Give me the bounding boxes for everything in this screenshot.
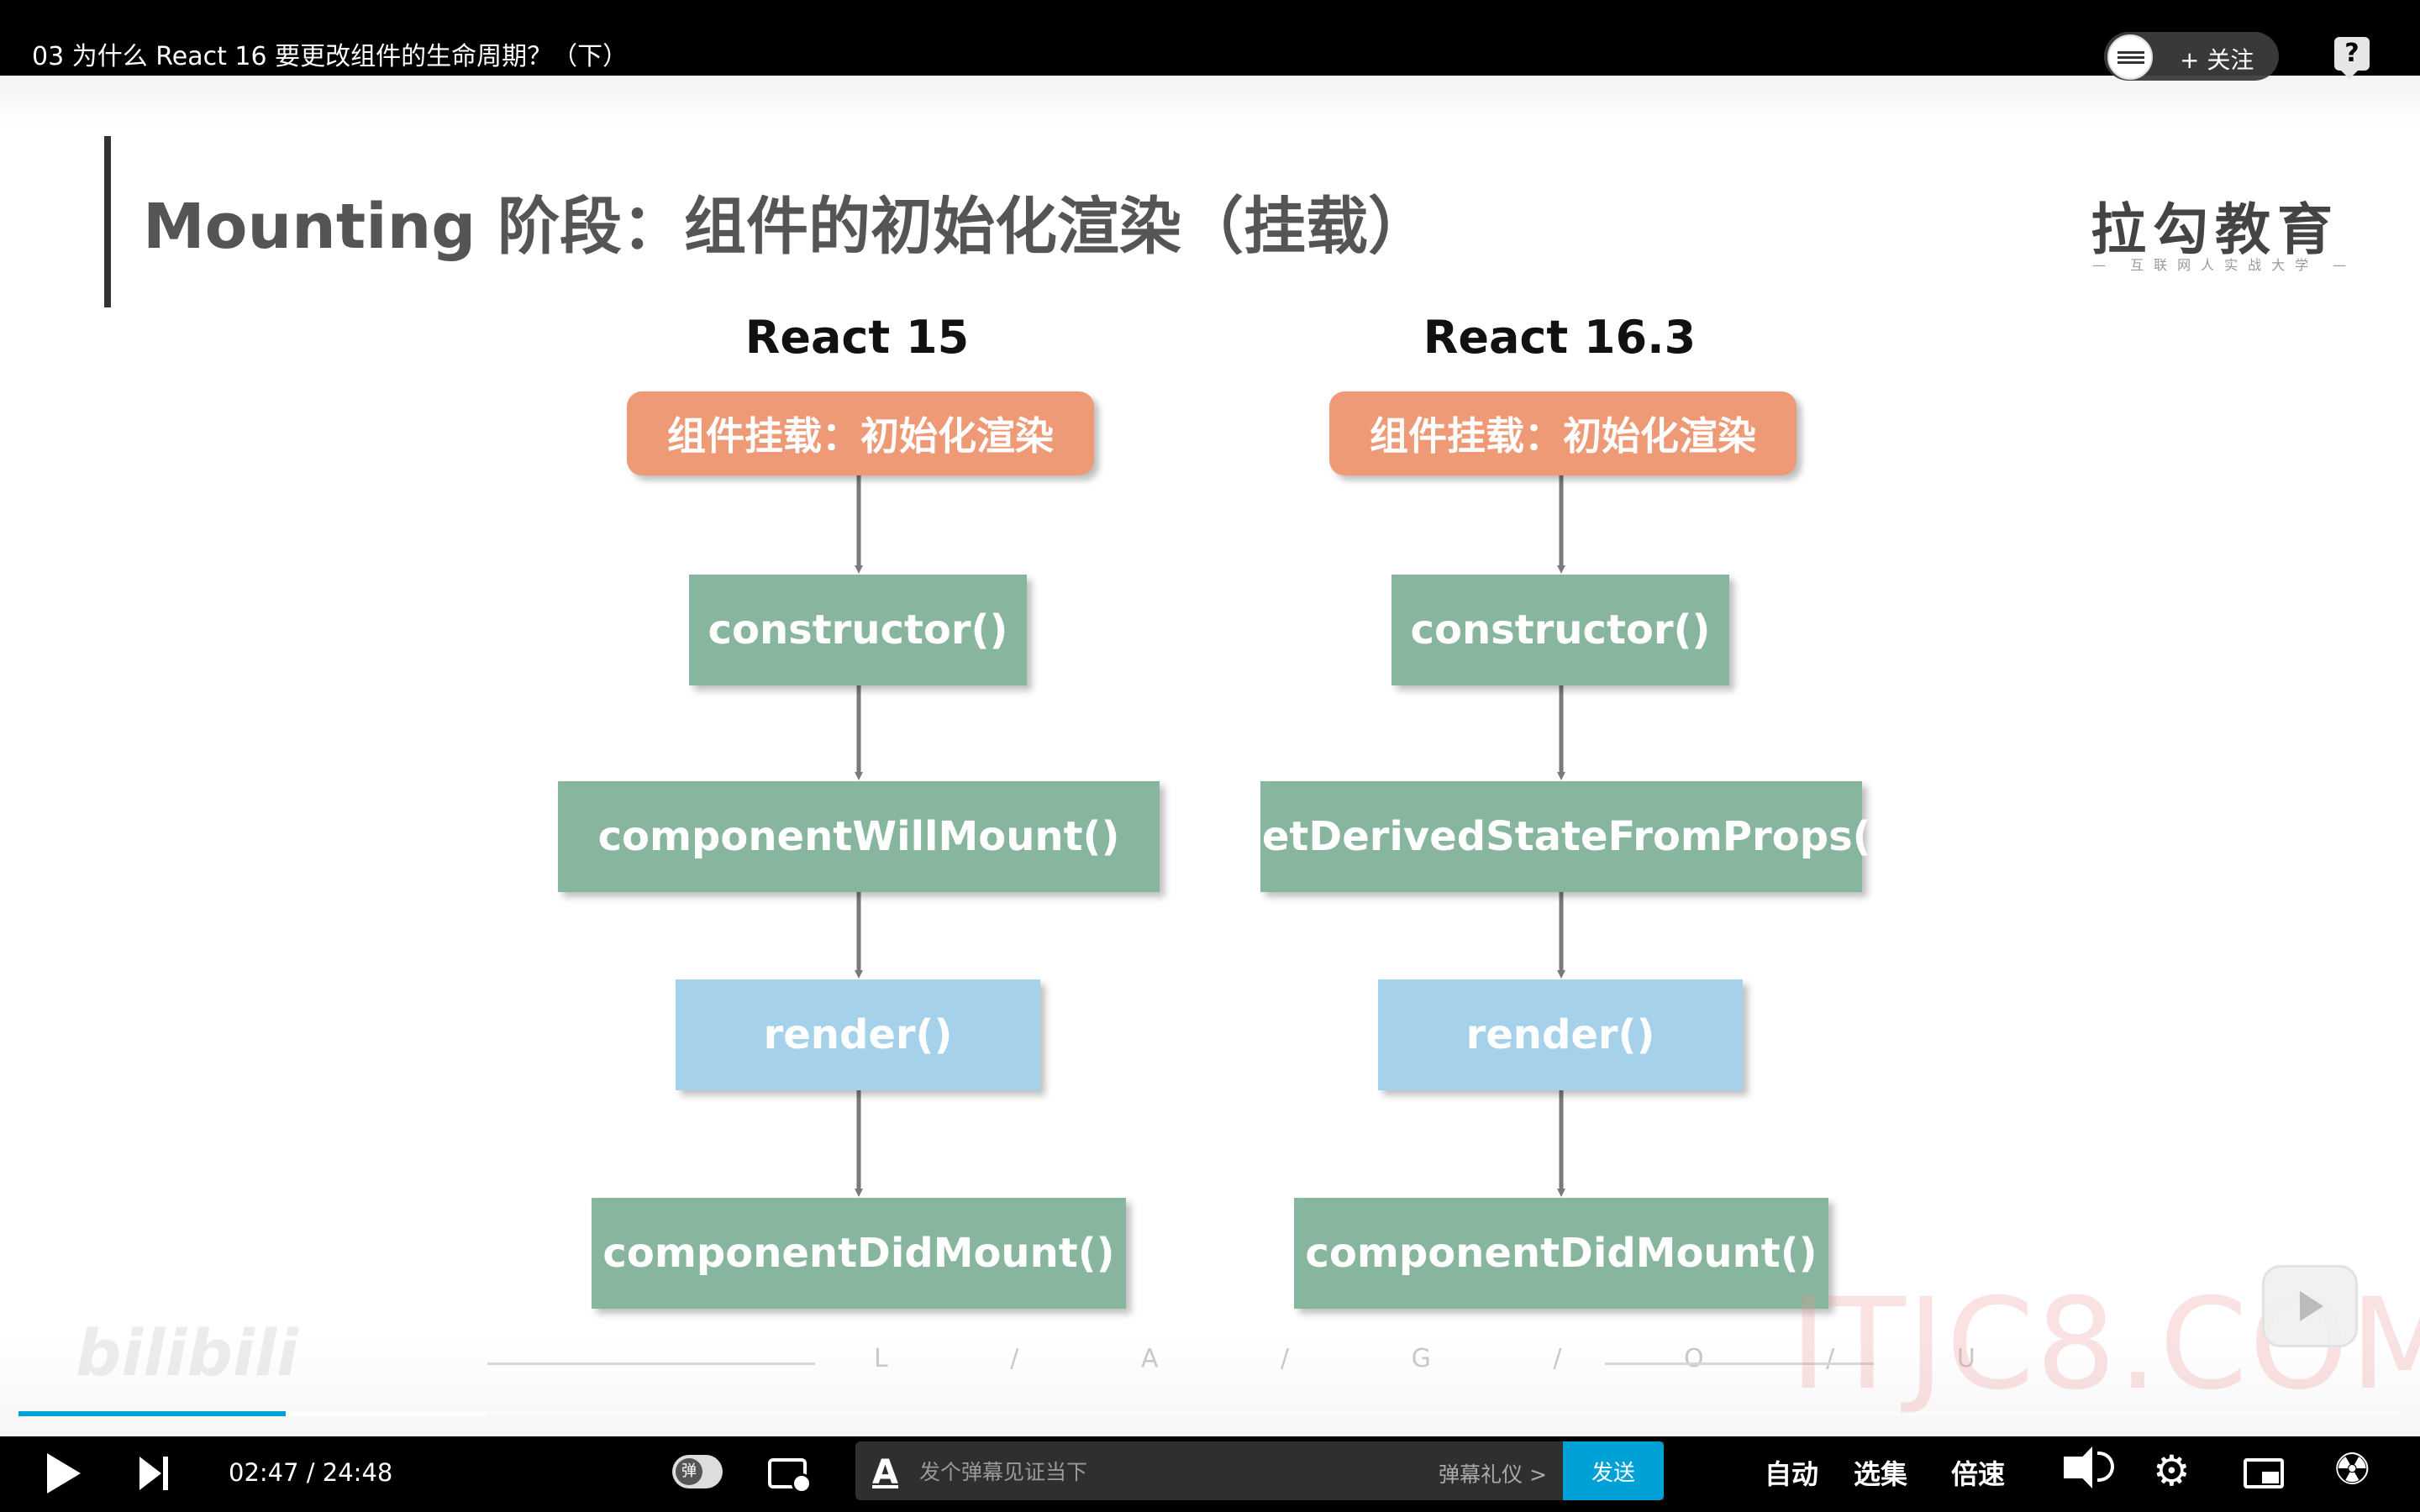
danmaku-input[interactable] [918,1441,1425,1502]
gear-icon[interactable]: ⚙ [2153,1450,2191,1492]
flow-step-componentdidmount-163: componentDidMount() [1294,1198,1828,1309]
danmaku-style-icon[interactable]: A [872,1453,898,1492]
video-title: 03 为什么 React 16 要更改组件的生命周期？（下） [32,42,629,71]
player-top-bar: 03 为什么 React 16 要更改组件的生命周期？（下） + 关注 ? [0,0,2420,81]
follow-label: + 关注 [2180,46,2254,74]
send-danmaku-button[interactable]: 发送 [1563,1441,1664,1500]
column-header-react15: React 15 [744,311,970,364]
uploader-avatar[interactable] [2107,34,2153,80]
play-icon[interactable] [47,1453,81,1494]
auto-quality-button[interactable]: 自动 [1765,1453,1818,1492]
danmaku-etiquette-link[interactable]: 弹幕礼仪 > [1439,1458,1547,1488]
flow-step-componentwillmount: componentWillMount() [558,781,1160,892]
bilibili-watermark: bilibili [76,1315,299,1390]
episodes-button[interactable]: 选集 [1854,1453,1907,1492]
danmaku-toggle-icon[interactable]: 弹 [672,1455,723,1488]
danmaku-input-area: A 弹幕礼仪 > [855,1441,1664,1502]
progress-bar[interactable] [18,1411,2402,1416]
title-accent-bar [104,136,111,307]
danmaku-toggle-label: 弹 [676,1458,702,1485]
follow-button[interactable]: + 关注 [2104,32,2279,81]
slide-title: Mounting 阶段：组件的初始化渲染（挂载） [143,191,1430,263]
next-episode-icon[interactable] [139,1457,173,1490]
question-icon[interactable]: ? [2334,37,2370,79]
flow-arrows [855,475,1565,1197]
flow-step-getderivedstatefromprops: getDerivedStateFromProps() [1234,781,1890,892]
flow-step-mount-163: 组件挂载：初始化渲染 [1329,391,1797,475]
speed-button[interactable]: 倍速 [1951,1453,2005,1492]
flow-step-componentdidmount: componentDidMount() [592,1198,1126,1309]
flow-step-render-163: render() [1378,979,1743,1090]
flow-step-mount: 组件挂载：初始化渲染 [627,391,1094,475]
flow-step-constructor-163: constructor() [1392,575,1729,685]
flow-step-constructor: constructor() [689,575,1027,685]
time-display: 02:47 / 24:48 [229,1458,393,1487]
flow-step-render: render() [676,979,1040,1090]
picture-in-picture-icon[interactable] [2244,1458,2284,1488]
volume-icon[interactable] [2064,1446,2114,1488]
progress-played [18,1411,286,1416]
player-control-bar: 02:47 / 24:48 弹 A 弹幕礼仪 > 发送 自动 选集 倍速 ⚙ ☢ [0,1436,2420,1512]
video-frame[interactable]: Mounting 阶段：组件的初始化渲染（挂载） 拉勾教育 — 互联网人实战大学… [0,76,2420,1436]
footer-rule-left [487,1362,815,1365]
danmaku-settings-icon[interactable] [768,1458,812,1494]
column-header-react163: React 16.3 [1423,311,1697,364]
mini-player-icon[interactable] [2262,1265,2358,1347]
lagou-tagline: — 互联网人实战大学 — [2092,257,2357,273]
fullscreen-icon[interactable]: ☢ [2333,1448,2372,1492]
